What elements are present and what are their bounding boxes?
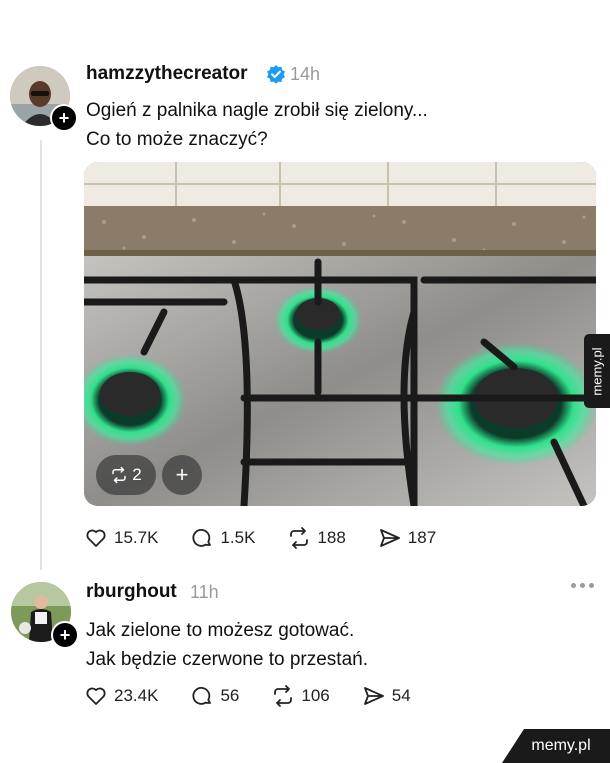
repost-count: 106 <box>301 686 330 705</box>
reply-text-line: Jak będzie czerwone to przestań. <box>86 649 368 670</box>
heart-icon <box>86 529 106 547</box>
share-count: 54 <box>391 686 411 705</box>
media-repost-chip[interactable]: 2 <box>96 455 156 495</box>
post-username[interactable]: hamzzythecreator <box>86 63 248 85</box>
watermark-corner-text: memy.pl <box>531 737 591 754</box>
like-button[interactable]: 23.4K <box>84 684 158 708</box>
like-count: 15.7K <box>114 528 159 547</box>
comment-count: 1.5K <box>220 528 256 547</box>
post-text-line: Co to może znaczyć? <box>86 129 268 150</box>
like-count: 23.4K <box>114 686 159 705</box>
send-icon <box>363 687 384 705</box>
reply-actions: 23.4K 56 106 54 <box>84 684 443 708</box>
more-options-icon[interactable] <box>571 583 594 588</box>
post-media-image[interactable]: 2 + <box>84 162 596 506</box>
reply-timestamp: 11h <box>190 582 219 602</box>
share-button[interactable]: 54 <box>362 684 411 708</box>
comment-count: 56 <box>220 686 240 705</box>
plus-icon: + <box>175 462 189 487</box>
heart-icon <box>86 687 106 705</box>
verified-badge-icon <box>267 65 285 84</box>
thread-line <box>40 140 42 570</box>
media-repost-count: 2 <box>132 465 142 484</box>
comment-icon <box>192 528 212 547</box>
watermark-side: memy.pl <box>584 334 610 408</box>
comment-icon <box>192 686 212 705</box>
media-add-chip[interactable]: + <box>162 455 202 495</box>
watermark-side-text: memy.pl <box>589 346 605 396</box>
comment-button[interactable]: 56 <box>190 684 239 708</box>
repost-button[interactable]: 106 <box>271 684 330 708</box>
comment-button[interactable]: 1.5K <box>190 526 255 550</box>
watermark-corner: memy.pl <box>502 729 610 763</box>
post-text: Ogień z palnika nagle zrobił się zielony… <box>86 96 428 154</box>
reply-username[interactable]: rburghout <box>86 581 177 603</box>
repost-button[interactable]: 188 <box>287 526 346 550</box>
post-actions: 15.7K 1.5K 188 187 <box>84 526 468 550</box>
send-icon <box>379 529 400 547</box>
reply-text: Jak zielone to możesz gotować. Jak będzi… <box>86 616 368 674</box>
follow-plus-icon[interactable]: + <box>50 104 78 132</box>
post-text-line: Ogień z palnika nagle zrobił się zielony… <box>86 100 428 121</box>
repost-icon <box>290 527 309 549</box>
repost-count: 188 <box>317 528 346 547</box>
post-timestamp: 14h <box>290 64 321 84</box>
repost-icon <box>274 685 293 707</box>
share-button[interactable]: 187 <box>378 526 436 550</box>
reply-text-line: Jak zielone to możesz gotować. <box>86 620 355 641</box>
share-count: 187 <box>407 528 437 547</box>
follow-plus-icon[interactable]: + <box>51 621 79 649</box>
repost-icon <box>112 466 127 484</box>
like-button[interactable]: 15.7K <box>84 526 158 550</box>
stove-photo <box>84 162 596 506</box>
